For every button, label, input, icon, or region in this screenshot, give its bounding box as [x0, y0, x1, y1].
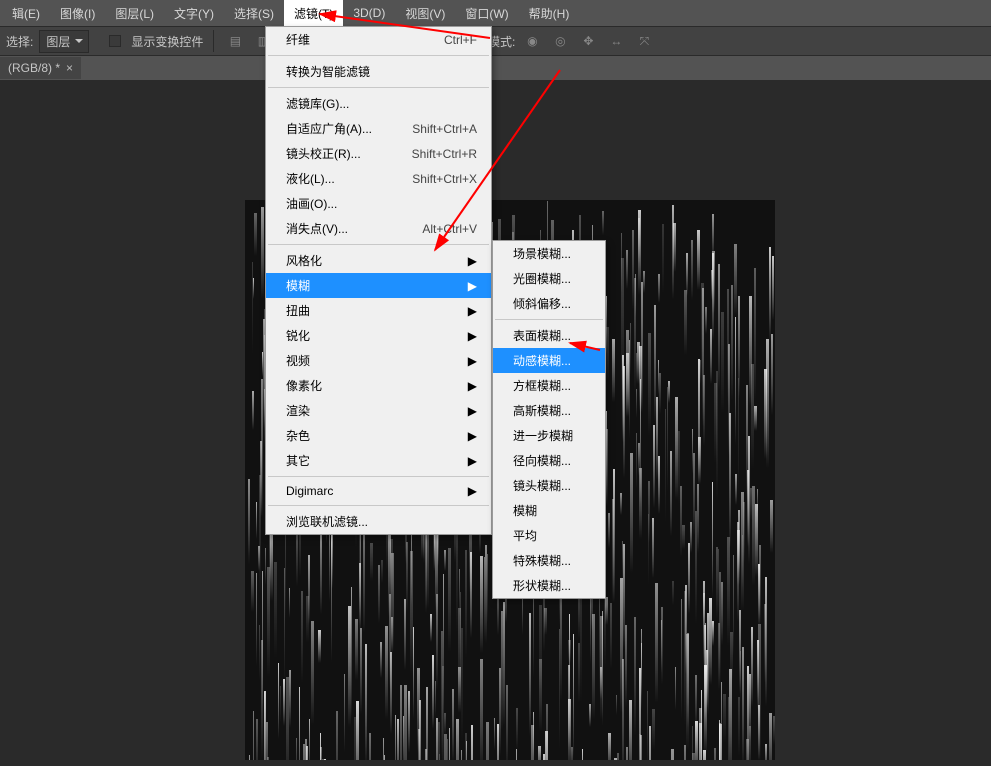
submenu-arrow-icon: ▶: [468, 354, 477, 368]
blur-submenu: 场景模糊... 光圈模糊... 倾斜偏移... 表面模糊... 动感模糊... …: [492, 240, 606, 599]
submenu-arrow-icon: ▶: [468, 254, 477, 268]
target-layer-select[interactable]: 图层: [39, 30, 89, 53]
menuitem-iris-blur[interactable]: 光圈模糊...: [493, 266, 605, 291]
show-transform-checkbox[interactable]: [109, 35, 121, 47]
close-tab-icon[interactable]: ×: [66, 61, 73, 75]
3d-scale-icon[interactable]: ⤧: [633, 30, 655, 52]
submenu-arrow-icon: ▶: [468, 379, 477, 393]
submenu-arrow-icon: ▶: [468, 329, 477, 343]
menu-layer[interactable]: 图层(L): [105, 0, 164, 26]
menu-separator: [268, 476, 489, 477]
main-menubar: 辑(E) 图像(I) 图层(L) 文字(Y) 选择(S) 滤镜(T) 3D(D)…: [0, 0, 991, 26]
menu-help[interactable]: 帮助(H): [519, 0, 580, 26]
menuitem-video[interactable]: 视频▶: [266, 348, 491, 373]
menuitem-box-blur[interactable]: 方框模糊...: [493, 373, 605, 398]
menu-separator: [268, 87, 489, 88]
menuitem-sharpen[interactable]: 锐化▶: [266, 323, 491, 348]
menuitem-distort[interactable]: 扭曲▶: [266, 298, 491, 323]
3d-roll-icon[interactable]: ◎: [549, 30, 571, 52]
menuitem-filter-gallery[interactable]: 滤镜库(G)...: [266, 91, 491, 116]
menu-3d[interactable]: 3D(D): [343, 0, 395, 26]
menu-type[interactable]: 文字(Y): [164, 0, 224, 26]
menuitem-pixelate[interactable]: 像素化▶: [266, 373, 491, 398]
submenu-arrow-icon: ▶: [468, 454, 477, 468]
menuitem-adaptive-wide-angle[interactable]: 自适应广角(A)...Shift+Ctrl+A: [266, 116, 491, 141]
menuitem-smart-blur[interactable]: 特殊模糊...: [493, 548, 605, 573]
menu-window[interactable]: 窗口(W): [455, 0, 518, 26]
menu-separator: [495, 319, 603, 320]
menuitem-lens-blur[interactable]: 镜头模糊...: [493, 473, 605, 498]
menuitem-noise[interactable]: 杂色▶: [266, 423, 491, 448]
menu-select[interactable]: 选择(S): [224, 0, 284, 26]
document-tab[interactable]: (RGB/8) * ×: [0, 57, 81, 79]
menuitem-liquify[interactable]: 液化(L)...Shift+Ctrl+X: [266, 166, 491, 191]
menuitem-tilt-shift[interactable]: 倾斜偏移...: [493, 291, 605, 316]
menuitem-field-blur[interactable]: 场景模糊...: [493, 241, 605, 266]
menu-edit[interactable]: 辑(E): [2, 0, 50, 26]
3d-orbit-icon[interactable]: ◉: [521, 30, 543, 52]
menuitem-radial-blur[interactable]: 径向模糊...: [493, 448, 605, 473]
menu-image[interactable]: 图像(I): [50, 0, 105, 26]
menuitem-stylize[interactable]: 风格化▶: [266, 248, 491, 273]
menuitem-blur[interactable]: 模糊: [493, 498, 605, 523]
show-transform-label: 显示变换控件: [131, 33, 203, 50]
3d-slide-icon[interactable]: ↔: [605, 30, 627, 52]
menu-view[interactable]: 视图(V): [395, 0, 455, 26]
menuitem-oil-paint[interactable]: 油画(O)...: [266, 191, 491, 216]
menu-separator: [268, 505, 489, 506]
menuitem-lens-correction[interactable]: 镜头校正(R)...Shift+Ctrl+R: [266, 141, 491, 166]
menu-separator: [268, 55, 489, 56]
menu-separator: [268, 244, 489, 245]
menuitem-blur[interactable]: 模糊▶: [266, 273, 491, 298]
select-label: 选择:: [6, 33, 33, 50]
menuitem-digimarc[interactable]: Digimarc▶: [266, 480, 491, 502]
separator: [213, 30, 214, 52]
menuitem-browse-online[interactable]: 浏览联机滤镜...: [266, 509, 491, 534]
options-bar: 选择: 图层 显示变换控件 ▤ ▥ ▦ ▤ ▥ ▦ ▭ 3D 模式: ◉ ◎ ✥…: [0, 26, 991, 56]
menuitem-last-filter[interactable]: 纤维 Ctrl+F: [266, 27, 491, 52]
submenu-arrow-icon: ▶: [468, 429, 477, 443]
submenu-arrow-icon: ▶: [468, 279, 477, 293]
menuitem-vanishing-point[interactable]: 消失点(V)...Alt+Ctrl+V: [266, 216, 491, 241]
menuitem-other[interactable]: 其它▶: [266, 448, 491, 473]
submenu-arrow-icon: ▶: [468, 404, 477, 418]
menuitem-motion-blur[interactable]: 动感模糊...: [493, 348, 605, 373]
3d-pan-icon[interactable]: ✥: [577, 30, 599, 52]
menu-filter[interactable]: 滤镜(T): [284, 0, 343, 26]
document-tabbar: (RGB/8) * ×: [0, 56, 991, 80]
submenu-arrow-icon: ▶: [468, 304, 477, 318]
menuitem-convert-smart[interactable]: 转换为智能滤镜: [266, 59, 491, 84]
submenu-arrow-icon: ▶: [468, 484, 477, 498]
menuitem-average[interactable]: 平均: [493, 523, 605, 548]
menuitem-surface-blur[interactable]: 表面模糊...: [493, 323, 605, 348]
document-tab-title: (RGB/8) *: [8, 61, 60, 75]
filter-dropdown: 纤维 Ctrl+F 转换为智能滤镜 滤镜库(G)... 自适应广角(A)...S…: [265, 26, 492, 535]
menuitem-blur-more[interactable]: 进一步模糊: [493, 423, 605, 448]
align-left-icon[interactable]: ▤: [224, 30, 246, 52]
menuitem-shape-blur[interactable]: 形状模糊...: [493, 573, 605, 598]
menuitem-render[interactable]: 渲染▶: [266, 398, 491, 423]
menuitem-gaussian-blur[interactable]: 高斯模糊...: [493, 398, 605, 423]
